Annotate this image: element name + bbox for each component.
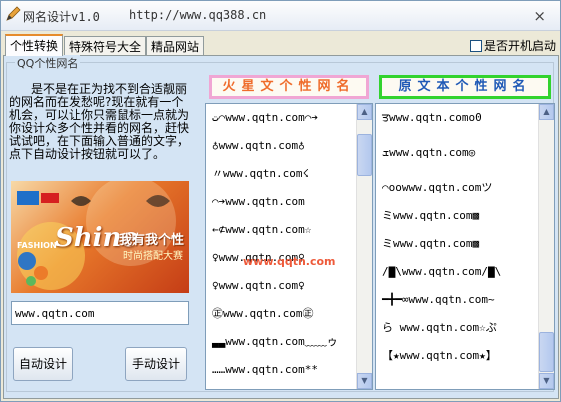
manual-design-button[interactable]: 手动设计 xyxy=(125,347,187,381)
list-item[interactable]: ㊣www.qqtn.com㊣ xyxy=(206,300,372,328)
group-legend: QQ个性网名 xyxy=(15,55,81,71)
scroll-up-icon[interactable]: ▲ xyxy=(539,104,554,120)
pen-app-icon xyxy=(5,6,21,22)
tab-panel: QQ个性网名 是不是在正为找不到合适靓丽的网名而在发愁呢?现在就有一个机会，可以… xyxy=(3,55,559,399)
tab-personal-convert[interactable]: 个性转换 xyxy=(5,34,64,56)
tab-featured-sites[interactable]: 精品网站 xyxy=(146,36,205,55)
auto-design-button[interactable]: 自动设计 xyxy=(13,347,73,381)
list-item[interactable]: ミwww.qqtn.com▩ xyxy=(376,230,554,258)
window-title: 网名设计v1.0 xyxy=(23,10,100,24)
list-item[interactable]: ਤwww.qqtn.como0 xyxy=(376,104,554,132)
list-item[interactable]: ←⊄www.qqtn.com☆ xyxy=(206,216,372,244)
mars-names-list[interactable]: ت⌒www.qqtn.com⌒➔ ♁www.qqtn.com♁ 〃www.qqt… xyxy=(205,103,373,390)
app-window: 网名设计v1.0 http://www.qq388.cn × 个性转换 特殊符号… xyxy=(0,0,561,402)
banner-label: FASHION xyxy=(17,241,57,250)
scroll-up-icon[interactable]: ▲ xyxy=(357,104,372,120)
name-input[interactable]: www.qqtn.com xyxy=(11,301,189,325)
list-item[interactable]: ت⌒www.qqtn.com⌒➔ xyxy=(206,104,372,132)
list-item[interactable]: ⌒➔www.qqtn.com xyxy=(206,188,372,216)
list-item[interactable]: ♁www.qqtn.com♁ xyxy=(206,132,372,160)
autostart-checkbox[interactable] xyxy=(469,39,482,52)
list-item[interactable]: 【★www.qqtn.com★】 xyxy=(376,342,554,370)
scroll-thumb[interactable] xyxy=(357,134,372,176)
scroll-down-icon[interactable]: ▼ xyxy=(357,373,372,389)
list-item[interactable]: ♀www.qqtn.com♀ xyxy=(206,272,372,300)
original-text-header: 原文本个性网名 xyxy=(379,75,551,99)
autostart-label: 是否开机启动 xyxy=(483,39,556,53)
list-item[interactable]: ……www.qqtn.com** xyxy=(206,356,372,384)
list-item[interactable]: /▇\www.qqtn.com/▇\ xyxy=(376,258,554,286)
tab-bar: 个性转换 特殊符号大全 精品网站 是否开机启动 xyxy=(1,34,560,56)
autostart-option[interactable]: 是否开机启动 xyxy=(469,37,556,54)
list-item[interactable]: 〃www.qqtn.com☇ xyxy=(206,160,372,188)
right-list-scrollbar[interactable]: ▲ ▼ xyxy=(538,104,554,389)
banner-sub-text: 我有我个性 xyxy=(119,233,185,248)
list-item[interactable]: ⌒oowww.qqtn.comツ xyxy=(376,174,554,202)
tab-special-symbols[interactable]: 特殊符号大全 xyxy=(64,36,147,55)
list-item[interactable]: ܫwww.qqtn.com◎ xyxy=(376,132,554,174)
window-url: http://www.qq388.cn xyxy=(129,8,267,22)
title-bar: 网名设计v1.0 http://www.qq388.cn × xyxy=(1,1,560,31)
list-item[interactable]: ▃▃www.qqtn.com﹏﹏ゥ xyxy=(206,328,372,356)
list-item[interactable]: ミwww.qqtn.com▩ xyxy=(376,202,554,230)
scroll-down-icon[interactable]: ▼ xyxy=(539,373,554,389)
left-list-scrollbar[interactable]: ▲ ▼ xyxy=(356,104,372,389)
close-icon[interactable]: × xyxy=(533,7,546,25)
qq-name-group: QQ个性网名 是不是在正为找不到合适靓丽的网名而在发愁呢?现在就有一个机会，可以… xyxy=(6,55,555,392)
list-item[interactable]: ━╋━∞www.qqtn.com~ xyxy=(376,286,554,314)
mars-text-header: 火星文个性网名 xyxy=(209,75,369,99)
scroll-thumb[interactable] xyxy=(539,332,554,372)
site-watermark: www.qqtn.com xyxy=(243,255,336,268)
list-item[interactable]: ら www.qqtn.com☆ぷ xyxy=(376,314,554,342)
banner-image: Shine 我有我个性 时尚搭配大赛 FASHION xyxy=(11,181,189,293)
description-text: 是不是在正为找不到合适靓丽的网名而在发愁呢?现在就有一个机会，可以让你只需鼠标一… xyxy=(9,83,190,161)
banner-sub-text-2: 时尚搭配大赛 xyxy=(123,251,183,262)
original-names-list[interactable]: ਤwww.qqtn.como0 ܫwww.qqtn.com◎ ⌒oowww.qq… xyxy=(375,103,555,390)
